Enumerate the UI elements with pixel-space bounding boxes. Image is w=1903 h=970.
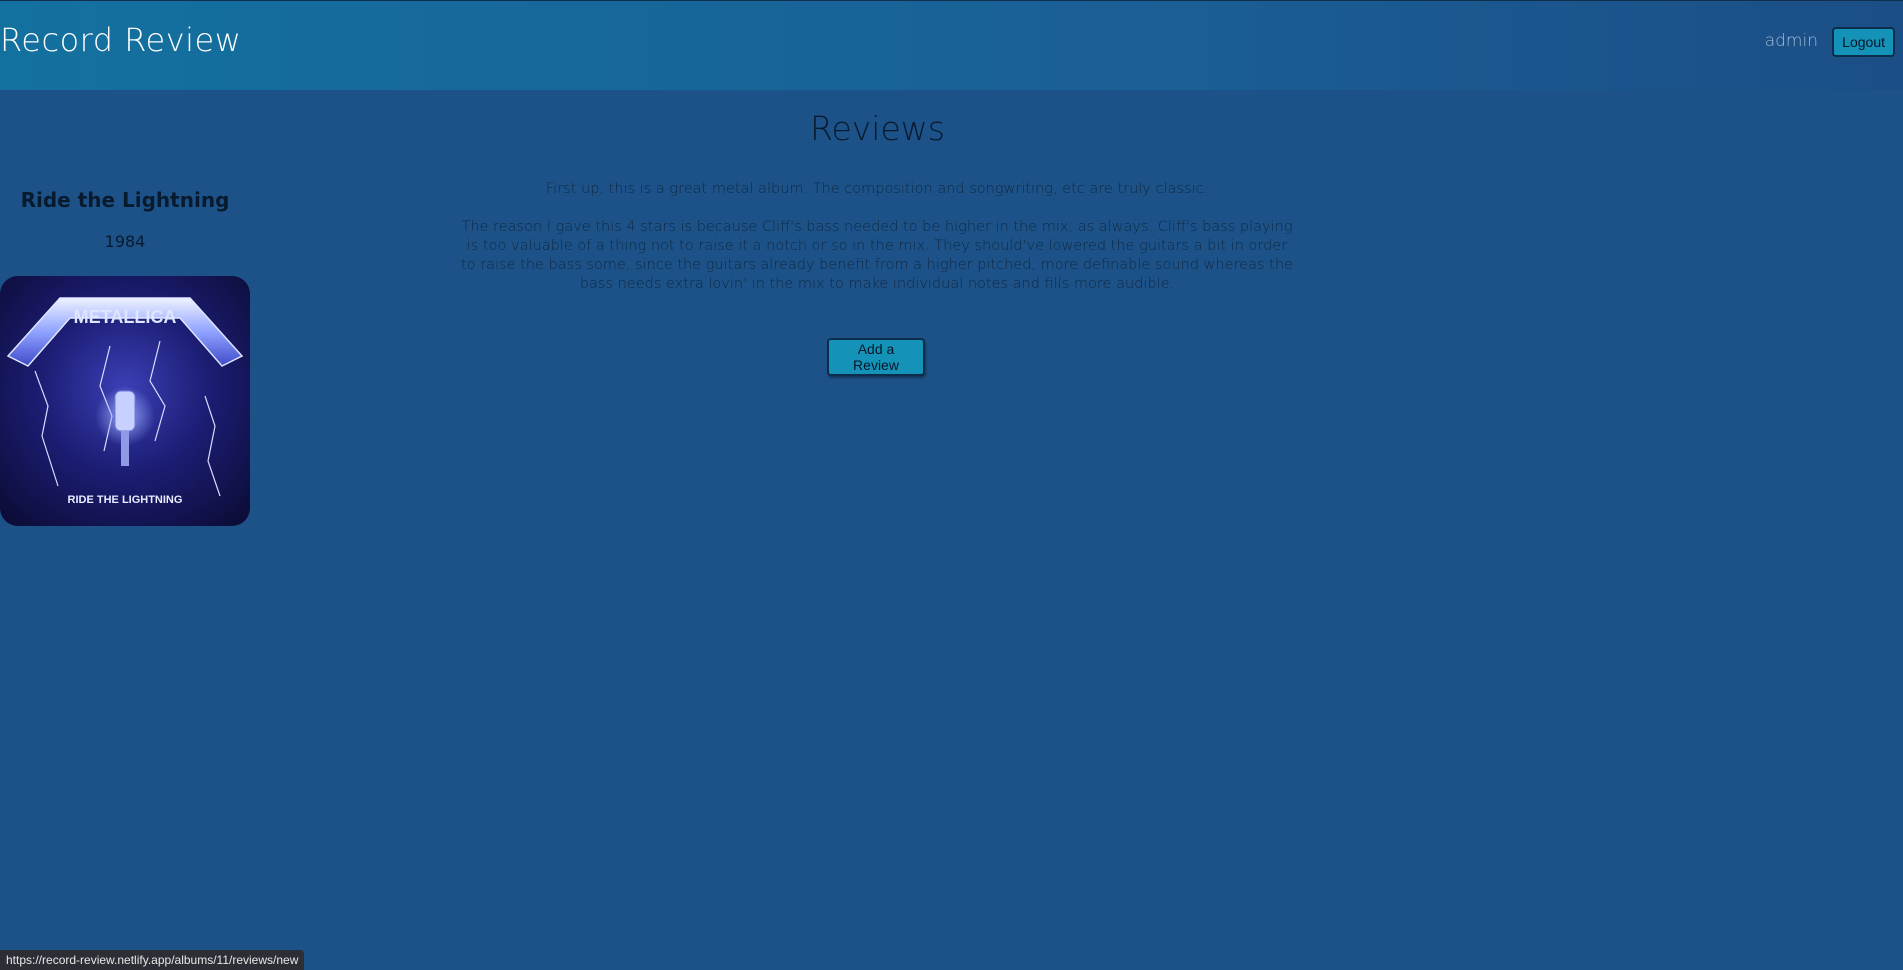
status-bar-url: https://record-review.netlify.app/albums… xyxy=(0,950,305,970)
brand-title[interactable]: Record Review xyxy=(0,21,241,59)
logout-button[interactable]: Logout xyxy=(1832,27,1895,57)
top-navbar: Record Review admin Logout xyxy=(0,0,1903,90)
cover-title-text: RIDE THE LIGHTNING xyxy=(67,494,183,506)
review-text: First up, this is a great metal album. T… xyxy=(545,181,1209,197)
cover-logo-text: METALLICA xyxy=(74,307,177,327)
review-text: The reason I gave this 4 stars is becaus… xyxy=(461,219,1293,292)
reviews-list: First up, this is a great metal album. T… xyxy=(460,180,1294,313)
album-cover-image: METALLICA RIDE THE LIGHTNING xyxy=(0,276,250,526)
page-title: Reviews xyxy=(810,109,945,148)
album-year: 1984 xyxy=(104,232,146,251)
current-user: admin xyxy=(1764,31,1818,51)
album-cover-art: METALLICA xyxy=(6,297,244,497)
album-info: Ride the Lightning 1984 xyxy=(0,188,250,251)
album-title: Ride the Lightning xyxy=(20,188,230,212)
add-review-button[interactable]: Add a Review xyxy=(827,338,925,376)
